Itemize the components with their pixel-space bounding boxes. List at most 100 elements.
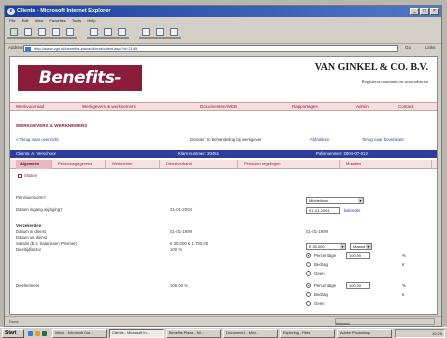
menu-help[interactable]: Help bbox=[87, 18, 95, 23]
ie-quicklaunch-icon[interactable] bbox=[28, 331, 33, 336]
deeltijd-label: Deeltijdfactor bbox=[16, 247, 42, 252]
task-benefits-plaza[interactable]: Benefits Plaza - Mi... bbox=[166, 329, 221, 338]
policy-number: Polisnummer: 2004-07-012 bbox=[316, 151, 368, 156]
menu-tools[interactable]: Tools bbox=[72, 18, 81, 23]
radio-geen-1[interactable] bbox=[306, 271, 311, 276]
tab-werknemer[interactable]: Werknemer bbox=[108, 160, 160, 169]
forward-icon[interactable] bbox=[21, 28, 35, 40]
percentage-1-unit: % bbox=[402, 253, 406, 258]
desktop-quicklaunch-icon[interactable] bbox=[42, 331, 47, 336]
nav-item-rapportages[interactable]: Rapportages bbox=[292, 103, 318, 111]
menu-favorites[interactable]: Favorites bbox=[49, 18, 65, 23]
print-link[interactable]: Afdrukken bbox=[310, 136, 329, 144]
radio-percentage-1[interactable] bbox=[306, 253, 311, 258]
deeltijd-value: 100 % bbox=[170, 247, 183, 252]
outlook-quicklaunch-icon[interactable] bbox=[35, 331, 40, 336]
menu-bar: File Edit View Favorites Tools Help bbox=[5, 17, 441, 25]
favorites-icon[interactable] bbox=[101, 28, 115, 40]
menu-view[interactable]: View bbox=[35, 18, 44, 23]
bedrag-1-unit: € bbox=[402, 262, 405, 267]
stop-icon[interactable] bbox=[35, 28, 49, 40]
address-bar: Address http://www.vgd.nl/benefits-plaza… bbox=[5, 44, 441, 53]
menu-file[interactable]: File bbox=[9, 18, 15, 23]
back-to-overview-link[interactable]: < Terug naar overzicht bbox=[16, 136, 59, 144]
page-icon bbox=[25, 47, 31, 51]
zone-label: Internet bbox=[336, 321, 350, 326]
percentage-2-input[interactable]: 100,00 bbox=[346, 282, 370, 289]
nav-item-werkgevers[interactable]: Werkgevers & werknemers bbox=[82, 103, 136, 111]
salaris-select[interactable]: € 35.000 bbox=[306, 243, 346, 250]
radio-bedrag-2[interactable] bbox=[306, 292, 311, 297]
in-dienst-value: 01-01-1999 bbox=[170, 229, 192, 234]
close-link[interactable]: Sluiten bbox=[18, 173, 37, 178]
history-icon[interactable] bbox=[115, 28, 129, 40]
start-button[interactable]: Start bbox=[2, 329, 24, 338]
search-icon[interactable] bbox=[87, 28, 101, 40]
percentage-1-value: 100,00 bbox=[349, 253, 362, 258]
percentage-1-input[interactable]: 100,00 bbox=[346, 252, 370, 259]
ingang-input[interactable]: 01-01-2004 bbox=[306, 207, 340, 214]
nav-item-admin[interactable]: Admin bbox=[356, 103, 369, 111]
minimize-button[interactable]: _ bbox=[410, 8, 419, 15]
task-document1[interactable]: Document1 - Micr... bbox=[223, 329, 278, 338]
period-select[interactable]: Maand bbox=[350, 243, 372, 250]
firm-tagline: Registeraccountants en assuradeuren bbox=[361, 79, 428, 84]
print-icon[interactable] bbox=[153, 28, 167, 40]
tab-mutaties[interactable]: Mutaties bbox=[342, 160, 432, 169]
pensioenvorm-select[interactable]: Middelloon bbox=[306, 197, 364, 204]
radio-bedrag-1[interactable] bbox=[306, 262, 311, 267]
close-icon bbox=[18, 174, 22, 178]
task-exploring[interactable]: Exploring - Files bbox=[280, 329, 335, 338]
address-url: http://www.vgd.nl/benefits-plaza/clients… bbox=[34, 46, 138, 51]
nav-item-werkvoorraad[interactable]: Werkvoorraad bbox=[16, 103, 44, 111]
home-icon[interactable] bbox=[63, 28, 77, 40]
clock: 10:25 bbox=[431, 331, 442, 336]
address-input[interactable]: http://www.vgd.nl/benefits-plaza/clients… bbox=[23, 45, 398, 52]
tab-persoonsgegevens[interactable]: Persoonsgegevens bbox=[54, 160, 106, 169]
maximize-button[interactable]: □ bbox=[420, 8, 429, 15]
mail-icon[interactable] bbox=[139, 28, 153, 40]
percentage-2-unit: % bbox=[402, 283, 406, 288]
in-dienst-label: Datum in dienst bbox=[16, 229, 46, 234]
period-select-value: Maand bbox=[353, 244, 366, 249]
percentage-2-value: 100,00 bbox=[349, 283, 362, 288]
toolbar bbox=[5, 25, 441, 44]
section-verzekerden: Verzekerden bbox=[16, 223, 42, 228]
task-inbox[interactable]: Inbox - Microsoft Out... bbox=[52, 329, 107, 338]
pensioenvorm-value: Middelloon bbox=[309, 198, 329, 203]
links-button[interactable]: Links bbox=[425, 45, 436, 50]
radio-geen-2[interactable] bbox=[306, 301, 311, 306]
site-logo[interactable]: Benefits-Plaza bbox=[18, 65, 142, 114]
task-clients[interactable]: Clients - Microsoft In... bbox=[109, 329, 164, 338]
edit-icon[interactable] bbox=[167, 28, 181, 40]
breadcrumb: WERKGEVERS & WERKNEMERS bbox=[16, 123, 88, 128]
close-button[interactable]: × bbox=[430, 8, 439, 15]
calendar-link[interactable]: kalender bbox=[344, 208, 360, 213]
go-button[interactable]: Go bbox=[405, 45, 411, 50]
top-nav: Werkvoorraad Werkgevers & werknemers Doc… bbox=[10, 102, 437, 111]
radio-bedrag-1-label: Bedrag bbox=[314, 262, 328, 267]
nav-item-contact[interactable]: Contact bbox=[398, 103, 414, 111]
tab-algemeen[interactable]: Algemeen bbox=[16, 160, 52, 169]
system-tray: 10:25 bbox=[395, 329, 445, 338]
nav-item-documenten[interactable]: Documenten/WEB bbox=[200, 103, 237, 111]
back-to-top-link[interactable]: Terug naar bovenkant bbox=[362, 136, 404, 144]
tab-dienstverband[interactable]: Dienstverband bbox=[162, 160, 238, 169]
radio-percentage-1-label: Percentage bbox=[314, 253, 336, 258]
client-number: Klant nummer: 20451 bbox=[178, 151, 220, 156]
radio-percentage-2-label: Percentage bbox=[314, 283, 336, 288]
client-name: Clients: A. Verschoor bbox=[16, 151, 56, 156]
task-photoshop[interactable]: Adobe Photoshop bbox=[337, 329, 392, 338]
menu-edit[interactable]: Edit bbox=[22, 18, 29, 23]
ingang-label: Datum ingang wijziging? bbox=[16, 207, 63, 212]
salaris-select-value: € 35.000 bbox=[309, 244, 325, 249]
bedrag-2-unit: € bbox=[402, 292, 405, 297]
pensioenvorm-label: Pensioenvorm? bbox=[16, 195, 46, 200]
tab-bar: Algemeen Persoonsgegevens Werknemer Dien… bbox=[10, 160, 437, 169]
refresh-icon[interactable] bbox=[49, 28, 63, 40]
client-header-bar: Clients: A. Verschoor Klant nummer: 2045… bbox=[10, 150, 437, 158]
radio-percentage-2[interactable] bbox=[306, 283, 311, 288]
tab-pensioen-regelingen[interactable]: Pensioen regelingen bbox=[240, 160, 340, 169]
back-icon[interactable] bbox=[7, 28, 21, 40]
salaris-value: € 35.000 € 1.750,00 bbox=[170, 241, 209, 246]
